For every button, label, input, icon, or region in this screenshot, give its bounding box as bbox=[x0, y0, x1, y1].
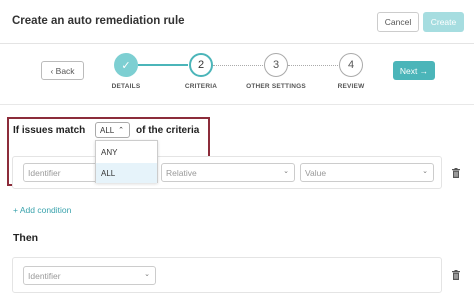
step-criteria-circle[interactable]: 2 bbox=[189, 53, 213, 77]
condition-row: Identifier ⌄ Relative ⌄ Value ⌄ bbox=[12, 156, 442, 189]
condition-identifier-placeholder: Identifier bbox=[28, 167, 61, 178]
chevron-down-icon: ⌄ bbox=[422, 168, 428, 175]
chevron-down-icon: ⌄ bbox=[283, 168, 289, 175]
step-review-circle[interactable]: 4 bbox=[339, 53, 363, 77]
step-details-check-icon[interactable]: ✓ bbox=[114, 53, 138, 77]
condition-relation-select[interactable]: Relative ⌄ bbox=[161, 163, 295, 182]
next-button[interactable]: Next → bbox=[393, 61, 435, 80]
step-connector-2 bbox=[213, 65, 263, 66]
step-connector-3 bbox=[288, 65, 338, 66]
step-label-details: DETAILS bbox=[111, 83, 141, 90]
condition-value-select[interactable]: Value ⌄ bbox=[300, 163, 434, 182]
match-mode-value: ALL bbox=[100, 125, 115, 135]
match-mode-select[interactable]: ALL ⌃ bbox=[95, 122, 130, 138]
delete-action-trash-icon[interactable] bbox=[452, 270, 460, 280]
chevron-down-icon: ⌄ bbox=[144, 271, 150, 278]
condition-value-placeholder: Value bbox=[305, 167, 327, 178]
action-identifier-placeholder: Identifier bbox=[28, 270, 61, 281]
step-label-criteria: CRITERIA bbox=[184, 83, 218, 90]
create-button[interactable]: Create bbox=[423, 12, 464, 32]
delete-condition-trash-icon[interactable] bbox=[452, 168, 460, 178]
step-other-settings-circle[interactable]: 3 bbox=[264, 53, 288, 77]
step-label-other-settings: OTHER SETTINGS bbox=[246, 83, 306, 90]
page-title: Create an auto remediation rule bbox=[12, 15, 185, 27]
modal-header: Create an auto remediation rule Cancel C… bbox=[0, 0, 474, 44]
action-row: Identifier ⌄ bbox=[12, 257, 442, 293]
option-all[interactable]: ALL bbox=[96, 163, 157, 183]
step-label-review: REVIEW bbox=[337, 83, 365, 90]
criteria-suffix-text: of the criteria bbox=[136, 125, 200, 136]
back-button[interactable]: ‹ Back bbox=[41, 61, 84, 80]
section-divider bbox=[0, 104, 474, 105]
match-mode-dropdown: ANY ALL bbox=[95, 140, 158, 183]
add-condition-link[interactable]: + Add condition bbox=[13, 205, 71, 215]
criteria-prefix-text: If issues match bbox=[13, 125, 86, 136]
condition-relation-placeholder: Relative bbox=[166, 167, 197, 178]
option-any[interactable]: ANY bbox=[96, 142, 157, 162]
cancel-button[interactable]: Cancel bbox=[377, 12, 419, 32]
then-heading: Then bbox=[13, 232, 39, 244]
action-identifier-select[interactable]: Identifier ⌄ bbox=[23, 266, 156, 285]
step-connector-1 bbox=[138, 64, 188, 66]
chevron-up-icon: ⌃ bbox=[118, 127, 124, 134]
